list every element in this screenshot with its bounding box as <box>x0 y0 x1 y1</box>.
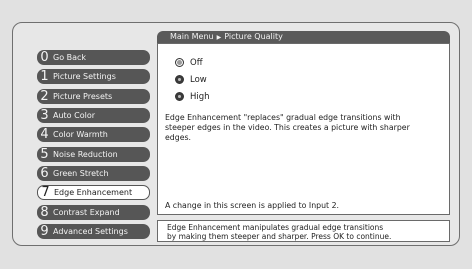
menu-number: 3 <box>40 108 49 123</box>
menu-item-advanced-settings[interactable]: 9 Advanced Settings <box>37 224 150 239</box>
breadcrumb: Main Menu ▶ Picture Quality <box>157 31 450 43</box>
option-label: Low <box>190 74 207 85</box>
menu-label: Auto Color <box>53 111 96 120</box>
menu-item-contrast-expand[interactable]: 8 Contrast Expand <box>37 205 150 220</box>
menu-number: 4 <box>40 127 49 142</box>
breadcrumb-separator-icon: ▶ <box>216 34 222 41</box>
option-label: Off <box>190 57 203 68</box>
menu-label: Picture Settings <box>53 72 116 81</box>
menu-item-edge-enhancement[interactable]: 7 Edge Enhancement <box>37 185 150 200</box>
menu-label: Go Back <box>53 53 87 62</box>
menu-number: 0 <box>40 50 49 65</box>
menu-number: 9 <box>40 224 49 239</box>
menu-number: 2 <box>40 89 49 104</box>
menu-number: 7 <box>41 185 50 200</box>
menu-item-go-back[interactable]: 0 Go Back <box>37 50 150 65</box>
applied-note: A change in this screen is applied to In… <box>165 201 340 210</box>
option-low[interactable]: Low <box>175 73 207 86</box>
option-off[interactable]: Off <box>175 56 203 69</box>
menu-item-auto-color[interactable]: 3 Auto Color <box>37 108 150 123</box>
menu-number: 6 <box>40 166 49 181</box>
breadcrumb-current: Picture Quality <box>224 32 283 41</box>
menu-item-picture-presets[interactable]: 2 Picture Presets <box>37 89 150 104</box>
content-panel: Off Low High Edge Enhancement "replaces"… <box>157 43 450 215</box>
menu-number: 1 <box>40 69 49 84</box>
menu-item-noise-reduction[interactable]: 5 Noise Reduction <box>37 147 150 162</box>
menu-number: 8 <box>40 205 49 220</box>
menu-item-green-stretch[interactable]: 6 Green Stretch <box>37 166 150 181</box>
menu-label: Picture Presets <box>53 92 113 101</box>
radio-selected-icon <box>175 92 184 101</box>
radio-unselected-icon <box>175 75 184 84</box>
breadcrumb-parent: Main Menu <box>170 32 214 41</box>
menu-item-color-warmth[interactable]: 4 Color Warmth <box>37 127 150 142</box>
description-text: Edge Enhancement "replaces" gradual edge… <box>165 113 410 142</box>
help-line-1: Edge Enhancement manipulates gradual edg… <box>167 223 384 232</box>
help-line-2: by making them steeper and sharper. Pres… <box>167 232 392 241</box>
option-high[interactable]: High <box>175 90 210 103</box>
menu-label: Edge Enhancement <box>54 188 133 197</box>
menu-label: Advanced Settings <box>53 227 128 236</box>
menu-label: Contrast Expand <box>53 208 120 217</box>
help-panel: Edge Enhancement manipulates gradual edg… <box>157 220 450 242</box>
menu-label: Green Stretch <box>53 169 109 178</box>
menu-item-picture-settings[interactable]: 1 Picture Settings <box>37 69 150 84</box>
menu-label: Color Warmth <box>53 130 108 139</box>
option-label: High <box>190 91 210 102</box>
menu-label: Noise Reduction <box>53 150 118 159</box>
radio-unselected-icon <box>175 58 184 67</box>
menu-number: 5 <box>40 147 49 162</box>
